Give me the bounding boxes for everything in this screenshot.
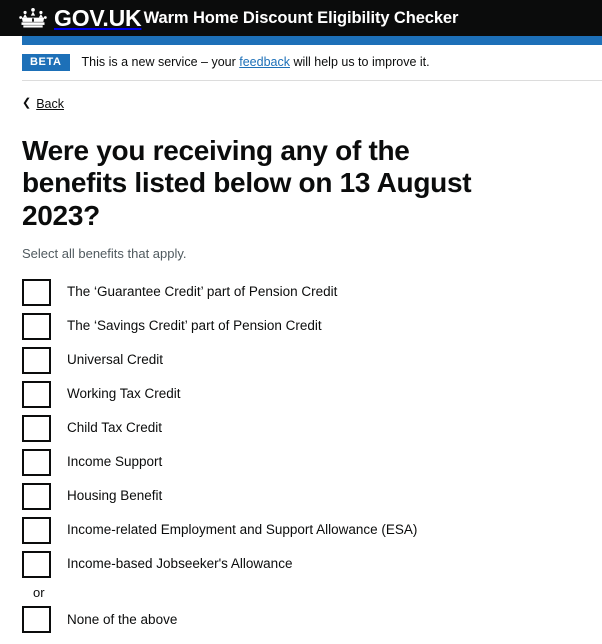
checkbox-input[interactable] (22, 380, 51, 408)
checkbox-row-none-of-the-above[interactable]: None of the above (22, 603, 580, 637)
checkbox-row[interactable]: Child Tax Credit (22, 411, 580, 445)
checkbox-row[interactable]: Housing Benefit (22, 479, 580, 513)
checkbox-input[interactable] (22, 312, 51, 340)
crown-icon (19, 8, 47, 28)
checkbox-label: The ‘Guarantee Credit’ part of Pension C… (67, 284, 338, 300)
main-content: Were you receiving any of the benefits l… (0, 135, 602, 644)
checkbox-label: Income-related Employment and Support Al… (67, 522, 418, 538)
checkbox-row[interactable]: The ‘Savings Credit’ part of Pension Cre… (22, 309, 580, 343)
checkbox-input[interactable] (22, 414, 51, 442)
checkbox-label-none-of-the-above: None of the above (67, 611, 178, 627)
checkbox-input[interactable] (22, 448, 51, 476)
checkbox-row[interactable]: Income-related Employment and Support Al… (22, 513, 580, 547)
form-hint: Select all benefits that apply. (22, 246, 187, 262)
or-divider: or (33, 585, 45, 601)
checkbox-label: Child Tax Credit (67, 420, 163, 436)
checkbox-label: Housing Benefit (67, 488, 163, 504)
phase-text-before: This is a new service – your (81, 55, 240, 69)
back-link[interactable]: ❮ Back (22, 97, 64, 111)
blue-accent-bar-wrapper (0, 36, 602, 45)
phase-banner-text: This is a new service – your feedback wi… (82, 55, 430, 70)
checkbox-input[interactable] (22, 278, 51, 306)
checkbox-none-of-the-above[interactable] (22, 606, 51, 634)
phase-text-after: will help us to improve it. (289, 55, 430, 69)
back-link-label: Back (36, 96, 65, 111)
brand-name: GOV.UK (54, 4, 142, 31)
page-title: Were you receiving any of the benefits l… (22, 135, 472, 231)
checkbox-row[interactable]: Income Support (22, 445, 580, 479)
blue-accent-bar (22, 36, 602, 45)
checkbox-input[interactable] (22, 346, 51, 374)
chevron-left-icon: ❮ (22, 97, 32, 109)
back-link-wrapper: ❮ Back (0, 81, 602, 111)
checkbox-row[interactable]: Working Tax Credit (22, 377, 580, 411)
checkbox-row[interactable]: Income-based Jobseeker's Allowance (22, 547, 580, 581)
checkbox-input[interactable] (22, 550, 51, 578)
checkbox-row[interactable]: Universal Credit (22, 343, 580, 377)
govuk-logo-link[interactable]: GOV.UK (18, 4, 142, 31)
checkbox-label: Income-based Jobseeker's Allowance (67, 556, 293, 572)
checkbox-input[interactable] (22, 482, 51, 510)
checkbox-label: Universal Credit (67, 352, 164, 368)
benefits-checkbox-group: The ‘Guarantee Credit’ part of Pension C… (22, 275, 580, 581)
beta-tag: BETA (22, 54, 70, 71)
checkbox-row[interactable]: The ‘Guarantee Credit’ part of Pension C… (22, 275, 580, 309)
phase-banner: BETA This is a new service – your feedba… (0, 45, 602, 80)
checkbox-label: The ‘Savings Credit’ part of Pension Cre… (67, 318, 322, 334)
govuk-header: GOV.UK Warm Home Discount Eligibility Ch… (0, 0, 602, 36)
checkbox-label: Working Tax Credit (67, 386, 181, 402)
checkbox-input[interactable] (22, 516, 51, 544)
checkbox-label: Income Support (67, 454, 163, 470)
feedback-link[interactable]: feedback (239, 55, 290, 69)
